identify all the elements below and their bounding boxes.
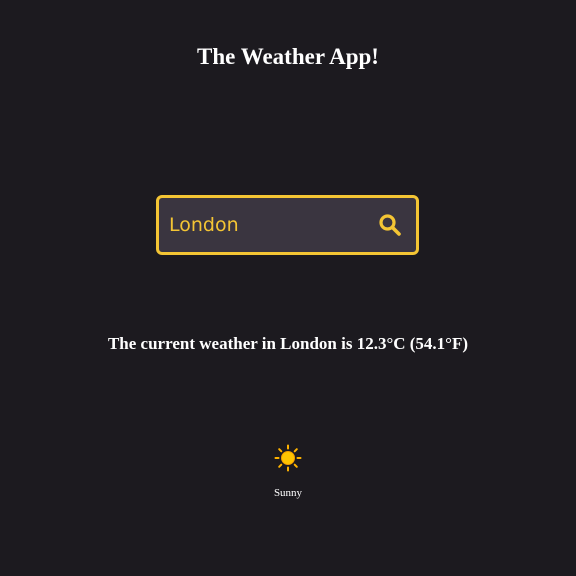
condition-label: Sunny bbox=[273, 487, 303, 499]
search-bar bbox=[156, 195, 419, 255]
weather-condition: Sunny bbox=[0, 444, 576, 500]
search-button[interactable] bbox=[376, 211, 404, 239]
page-title: The Weather App! bbox=[197, 44, 379, 69]
search-input[interactable] bbox=[159, 198, 359, 252]
weather-summary: The current weather in London is 12.3°C … bbox=[107, 334, 469, 353]
sun-icon bbox=[274, 444, 302, 472]
search-icon bbox=[379, 214, 401, 236]
